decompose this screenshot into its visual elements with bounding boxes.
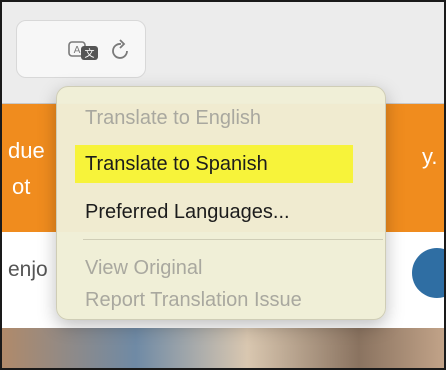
menu-item-translate-to-english[interactable]: Translate to English [85, 101, 261, 135]
banner-text-fragment: y. [422, 144, 438, 169]
reload-icon[interactable] [110, 38, 132, 62]
banner-text-fragment: ot [12, 174, 31, 199]
translate-menu: Translate to English Translate to Spanis… [56, 86, 386, 320]
menu-separator [83, 239, 383, 240]
menu-item-preferred-languages[interactable]: Preferred Languages... [85, 195, 290, 229]
browser-window: A 文 due ot y. enjo Translate to English … [0, 0, 446, 370]
menu-item-view-original[interactable]: View Original [85, 251, 202, 285]
menu-item-translate-to-spanish[interactable]: Translate to Spanish [85, 147, 268, 181]
page-photo [2, 328, 444, 368]
banner-text-fragment: due [8, 138, 45, 163]
translate-icon[interactable]: A 文 [68, 40, 100, 62]
svg-text:文: 文 [85, 47, 95, 60]
menu-item-report-translation-issue[interactable]: Report Translation Issue [85, 283, 302, 317]
svg-text:A: A [74, 45, 81, 56]
content-text-fragment: enjo [8, 258, 48, 281]
